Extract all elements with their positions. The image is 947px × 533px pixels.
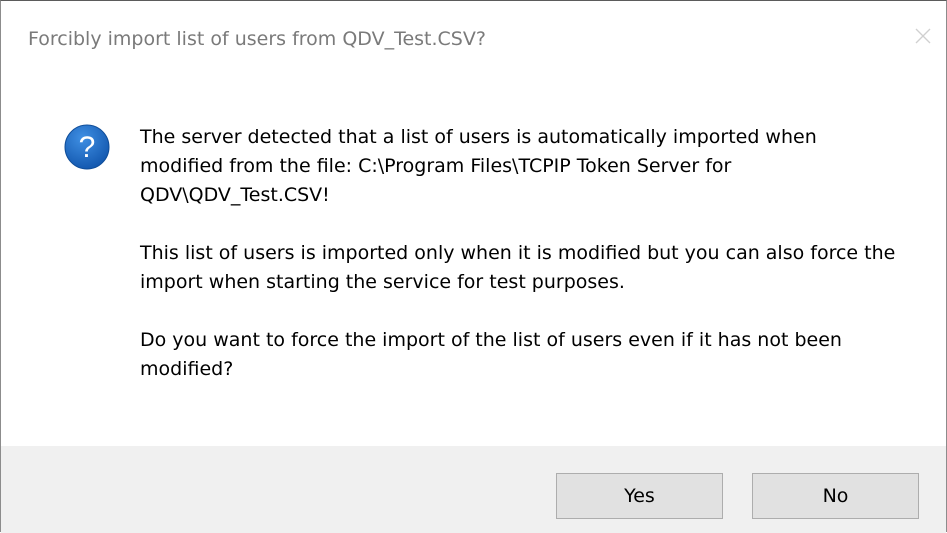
message-body: The server detected that a list of users…: [140, 123, 900, 384]
dialog-title: Forcibly import list of users from QDV_T…: [28, 28, 486, 50]
title-bar: Forcibly import list of users from QDV_T…: [1, 1, 946, 81]
question-icon: ?: [64, 124, 110, 170]
message-paragraph-1: The server detected that a list of users…: [140, 126, 817, 206]
button-bar: Yes No: [1, 446, 946, 533]
message-paragraph-3: Do you want to force the import of the l…: [140, 329, 842, 380]
close-icon: [915, 28, 931, 44]
yes-button[interactable]: Yes: [556, 473, 723, 519]
close-button[interactable]: [900, 13, 946, 59]
svg-text:?: ?: [79, 131, 96, 164]
message-paragraph-2: This list of users is imported only when…: [140, 242, 896, 293]
message-dialog: Forcibly import list of users from QDV_T…: [0, 0, 947, 533]
no-button[interactable]: No: [752, 473, 919, 519]
